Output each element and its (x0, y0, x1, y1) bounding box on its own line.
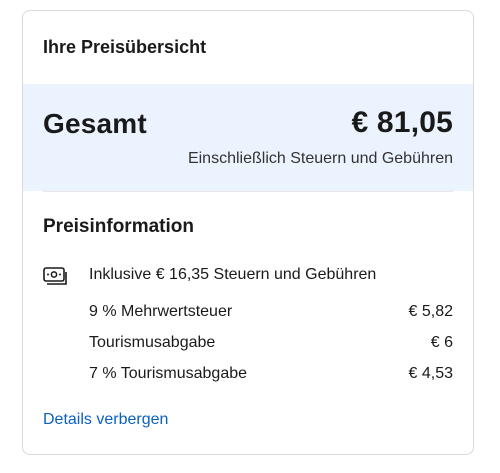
included-taxes-row: Inklusive € 16,35 Steuern und Gebühren (43, 265, 376, 285)
line-item-value: € 6 (430, 334, 453, 351)
total-label: Gesamt (43, 108, 147, 139)
section-title: Preisinformation (43, 216, 194, 237)
divider (43, 191, 453, 192)
line-item: 7 % Tourismusabgabe € 4,53 (89, 365, 453, 383)
money-icon (43, 265, 69, 285)
line-item-label: Tourismusabgabe (89, 334, 216, 351)
total-subtext: Einschließlich Steuern und Gebühren (187, 150, 453, 167)
line-item: 9 % Mehrwertsteuer € 5,82 (89, 303, 453, 321)
line-item-label: 9 % Mehrwertsteuer (89, 303, 233, 320)
included-taxes-text: Inklusive € 16,35 Steuern und Gebühren (89, 266, 377, 283)
hide-details-link[interactable]: Details verbergen (43, 411, 168, 429)
card-title: Ihre Preisübersicht (43, 37, 207, 57)
line-item-label: 7 % Tourismusabgabe (89, 365, 248, 382)
total-box: Gesamt € 81,05 Einschließlich Steuern un… (23, 84, 473, 191)
total-amount: € 81,05 (351, 106, 453, 139)
line-item-value: € 4,53 (408, 365, 453, 382)
line-item: Tourismusabgabe € 6 (89, 334, 453, 352)
line-item-value: € 5,82 (408, 303, 453, 320)
price-summary-card: Ihre Preisübersicht Gesamt € 81,05 Einsc… (22, 10, 474, 455)
